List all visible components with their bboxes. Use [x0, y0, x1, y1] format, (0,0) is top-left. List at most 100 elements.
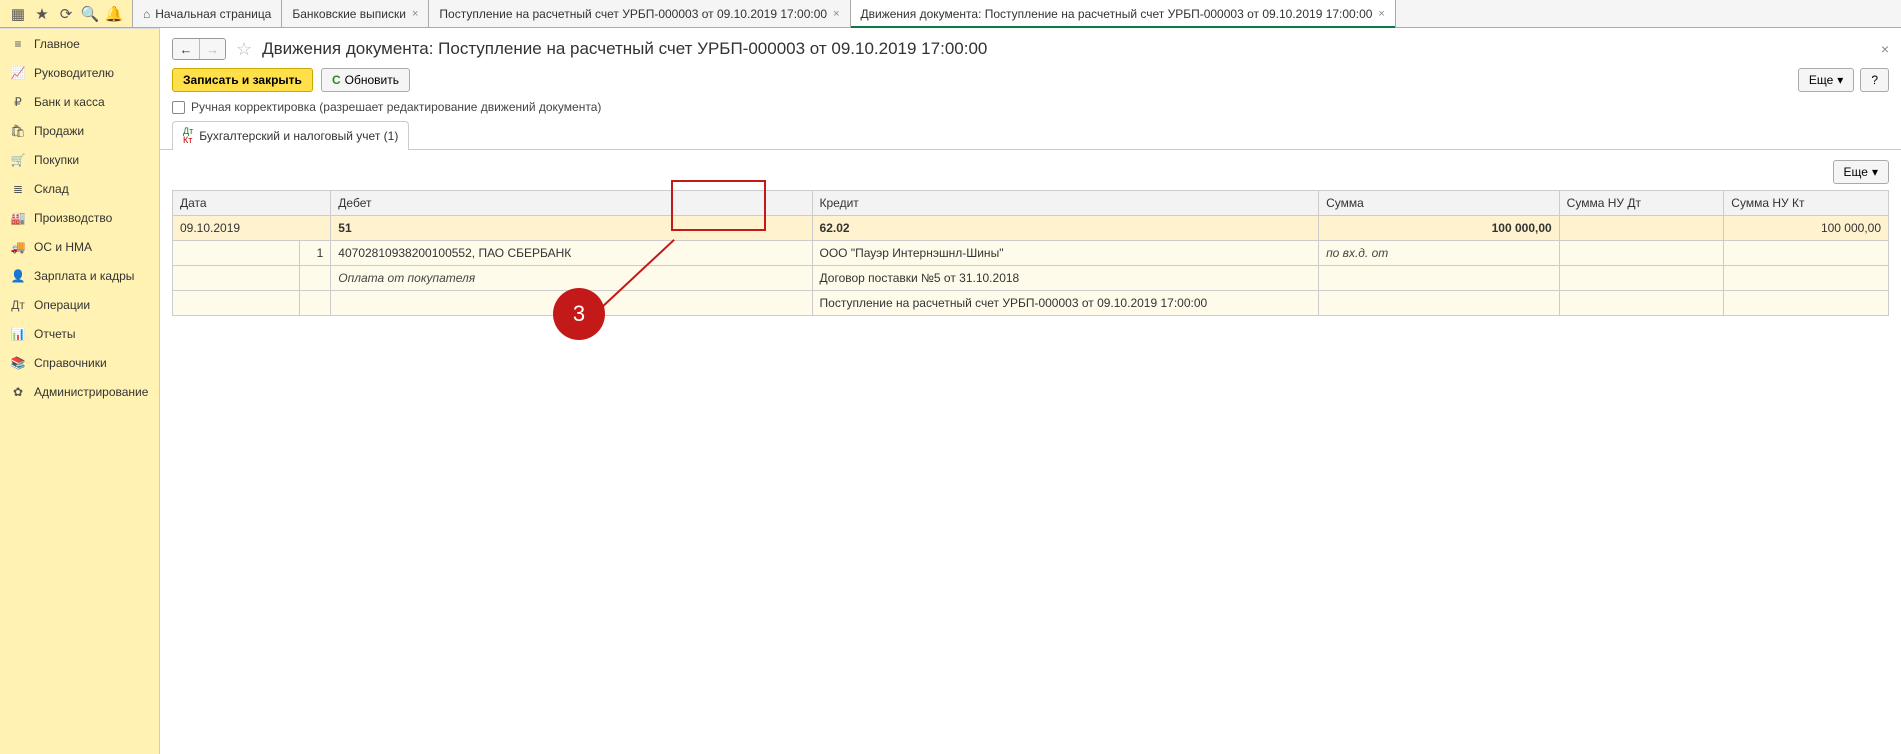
cell-empty — [1319, 291, 1560, 316]
sidebar-item-production[interactable]: 🏭Производство — [0, 203, 159, 232]
cell-number: 1 — [299, 241, 331, 266]
sidebar-item-bank[interactable]: ₽Банк и касса — [0, 87, 159, 116]
cell-empty — [1724, 241, 1889, 266]
bell-icon[interactable]: 🔔 — [102, 2, 126, 26]
refresh-label: Обновить — [345, 73, 399, 87]
toolbar: Записать и закрыть C Обновить Еще ▾ ? — [160, 68, 1901, 100]
cell-empty — [299, 291, 331, 316]
sidebar: ≡Главное 📈 Руководителю ₽Банк и касса 🛍Пр… — [0, 28, 160, 754]
cell-date: 09.10.2019 — [173, 216, 331, 241]
cell-empty — [173, 241, 300, 266]
cell-empty — [1559, 266, 1724, 291]
close-icon[interactable]: × — [412, 8, 418, 20]
sidebar-item-label: Зарплата и кадры — [34, 269, 134, 283]
cell-kredit-account: 62.02 — [812, 216, 1319, 241]
star-icon[interactable]: ★ — [30, 2, 54, 26]
grid-header-row: Дата Дебет Кредит Сумма Сумма НУ Дт Сумм… — [173, 191, 1889, 216]
col-date[interactable]: Дата — [173, 191, 331, 216]
col-debet[interactable]: Дебет — [331, 191, 812, 216]
manual-correction-row: Ручная корректировка (разрешает редактир… — [160, 100, 1901, 120]
cell-nudt — [1559, 216, 1724, 241]
detail-row-2[interactable]: Оплата от покупателя Договор поставки №5… — [173, 266, 1889, 291]
shelf-icon: ≣ — [10, 182, 26, 196]
sidebar-item-label: Продажи — [34, 124, 84, 138]
cell-kredit-sub3: Поступление на расчетный счет УРБП-00000… — [812, 291, 1319, 316]
more-button[interactable]: Еще ▾ — [1798, 68, 1854, 92]
books-icon: 📚 — [10, 356, 26, 370]
history-icon[interactable]: ⟳ — [54, 2, 78, 26]
col-kredit[interactable]: Кредит — [812, 191, 1319, 216]
help-button[interactable]: ? — [1860, 68, 1889, 92]
col-nudt[interactable]: Сумма НУ Дт — [1559, 191, 1724, 216]
close-page-button[interactable]: × — [1881, 41, 1889, 57]
grid-more-button[interactable]: Еще ▾ — [1833, 160, 1889, 184]
detail-row-3[interactable]: Поступление на расчетный счет УРБП-00000… — [173, 291, 1889, 316]
cell-sum-note: по вх.д. от — [1319, 241, 1560, 266]
tab-receipt-doc[interactable]: Поступление на расчетный счет УРБП-00000… — [429, 0, 850, 27]
sidebar-item-stock[interactable]: ≣Склад — [0, 174, 159, 203]
search-icon[interactable]: 🔍 — [78, 2, 102, 26]
save-close-button[interactable]: Записать и закрыть — [172, 68, 313, 92]
nav-forward-button[interactable]: → — [199, 39, 225, 59]
grid-more-label: Еще — [1844, 165, 1868, 179]
cell-empty — [173, 266, 300, 291]
tab-label: Начальная страница — [155, 7, 271, 21]
sidebar-item-admin[interactable]: ✿Администрирование — [0, 377, 159, 406]
tab-home[interactable]: ⌂ Начальная страница — [133, 0, 282, 27]
cell-kredit-sub1: ООО "Пауэр Интернэшнл-Шины" — [812, 241, 1319, 266]
sidebar-item-label: Руководителю — [34, 66, 114, 80]
chart-up-icon: 📈 — [10, 66, 26, 80]
dtkt-icon: Дт — [10, 298, 26, 312]
close-icon[interactable]: × — [1378, 8, 1384, 20]
cell-kredit-sub2: Договор поставки №5 от 31.10.2018 — [812, 266, 1319, 291]
tab-bank-statements[interactable]: Банковские выписки × — [282, 0, 429, 27]
more-label: Еще — [1809, 73, 1833, 87]
sidebar-item-label: Покупки — [34, 153, 79, 167]
sidebar-item-purchases[interactable]: 🛒 Покупки — [0, 145, 159, 174]
sidebar-item-payroll[interactable]: 👤Зарплата и кадры — [0, 261, 159, 290]
sidebar-item-assets[interactable]: 🚚 ОС и НМА — [0, 232, 159, 261]
chevron-down-icon: ▾ — [1872, 165, 1878, 179]
close-icon[interactable]: × — [833, 8, 839, 20]
truck-icon: 🚚 — [10, 240, 26, 254]
sidebar-item-label: Банк и касса — [34, 95, 105, 109]
cell-empty — [1319, 266, 1560, 291]
cell-empty — [299, 266, 331, 291]
sidebar-item-reports[interactable]: 📊Отчеты — [0, 319, 159, 348]
cell-empty — [173, 291, 300, 316]
manual-correction-checkbox[interactable] — [172, 101, 185, 114]
sidebar-item-manager[interactable]: 📈 Руководителю — [0, 58, 159, 87]
favorite-star-icon[interactable]: ☆ — [236, 39, 252, 60]
cell-empty — [1559, 291, 1724, 316]
account-row[interactable]: 09.10.2019 51 62.02 100 000,00 100 000,0… — [173, 216, 1889, 241]
subtab-accounting[interactable]: ДтКт Бухгалтерский и налоговый учет (1) — [172, 121, 409, 150]
col-sum[interactable]: Сумма — [1319, 191, 1560, 216]
sidebar-item-label: Администрирование — [34, 385, 148, 399]
cell-sum: 100 000,00 — [1319, 216, 1560, 241]
col-nukt[interactable]: Сумма НУ Кт — [1724, 191, 1889, 216]
nav-back-button[interactable]: ← — [173, 39, 199, 59]
top-icon-strip: ▦ ★ ⟳ 🔍 🔔 — [0, 0, 133, 27]
refresh-icon: C — [332, 73, 341, 87]
cell-debet-account: 51 — [331, 216, 812, 241]
entries-grid: Дата Дебет Кредит Сумма Сумма НУ Дт Сумм… — [172, 190, 1889, 316]
detail-row-1[interactable]: 1 40702810938200100552, ПАО СБЕРБАНК ООО… — [173, 241, 1889, 266]
chevron-down-icon: ▾ — [1837, 73, 1843, 87]
tab-doc-movements[interactable]: Движения документа: Поступление на расче… — [851, 0, 1396, 27]
refresh-button[interactable]: C Обновить — [321, 68, 410, 92]
sidebar-item-sales[interactable]: 🛍Продажи — [0, 116, 159, 145]
cell-debet-sub2: Оплата от покупателя — [331, 266, 812, 291]
sidebar-item-references[interactable]: 📚Справочники — [0, 348, 159, 377]
cart-icon: 🛒 — [10, 153, 26, 167]
sidebar-item-label: ОС и НМА — [34, 240, 92, 254]
manual-correction-label: Ручная корректировка (разрешает редактир… — [191, 100, 601, 114]
sidebar-item-operations[interactable]: ДтОперации — [0, 290, 159, 319]
sidebar-item-main[interactable]: ≡Главное — [0, 29, 159, 58]
cell-empty — [331, 291, 812, 316]
cell-empty — [1724, 291, 1889, 316]
page-header: ← → ☆ Движения документа: Поступление на… — [160, 28, 1901, 68]
factory-icon: 🏭 — [10, 211, 26, 225]
apps-icon[interactable]: ▦ — [6, 2, 30, 26]
sidebar-item-label: Отчеты — [34, 327, 75, 341]
cell-debet-sub1: 40702810938200100552, ПАО СБЕРБАНК — [331, 241, 812, 266]
